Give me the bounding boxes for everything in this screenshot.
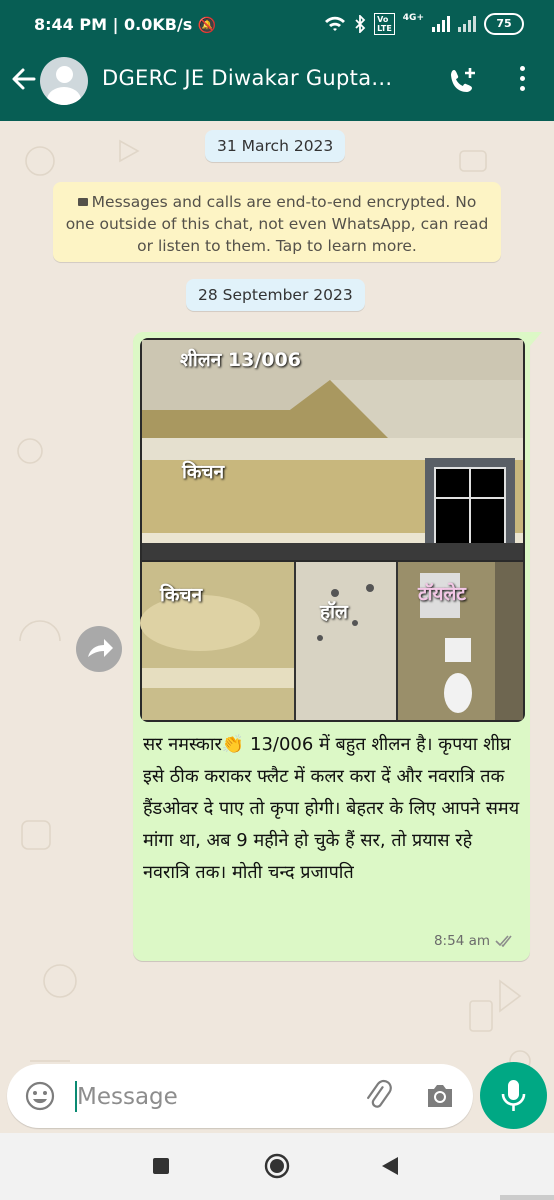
lock-icon — [77, 198, 88, 206]
silent-bell-icon: 🔕 — [197, 16, 217, 34]
message-time: 8:54 am — [433, 933, 490, 949]
wifi-icon — [325, 16, 346, 31]
status-icons: Vo LTE 4G+ 75 — [324, 13, 524, 35]
message-input[interactable] — [75, 1078, 359, 1116]
avatar[interactable] — [40, 57, 88, 105]
date-chip-2: 28 September 2023 — [186, 279, 365, 311]
date-chip: 31 March 2023 — [205, 130, 346, 162]
message-bubble[interactable]: शीलन 13/006 किचन किचन हॉल टॉयलेट सर नमस्… — [133, 332, 542, 961]
network-type: 4G+ — [402, 13, 424, 23]
status-bar: 8:44 PM | 0.0KB/s 🔕 Vo LTE 4G+ 75 — [0, 0, 554, 50]
add-call-icon[interactable] — [446, 64, 480, 98]
network-speed: | 0.0KB/s — [112, 15, 193, 34]
bluetooth-icon — [355, 15, 366, 33]
status-time: 8:44 PM | 0.0KB/s 🔕 — [34, 15, 217, 34]
chat-area[interactable]: 31 March 2023 Messages and calls are end… — [0, 121, 554, 1133]
emoji-icon[interactable] — [23, 1079, 57, 1113]
signal-icon — [432, 16, 450, 32]
encryption-notice[interactable]: Messages and calls are end-to-end encryp… — [53, 182, 501, 262]
microphone-icon — [501, 1080, 526, 1111]
recents-button[interactable] — [153, 1158, 169, 1174]
read-receipt-icon — [495, 935, 512, 947]
forward-icon — [88, 639, 113, 657]
contact-name[interactable]: DGERC JE Diwakar Gupta... — [102, 66, 422, 90]
system-nav-bar — [0, 1133, 554, 1200]
photo-label-toilet: टॉयलेट — [418, 583, 466, 605]
message-photo[interactable]: शीलन 13/006 किचन किचन हॉल टॉयलेट — [140, 338, 525, 722]
message-meta: 8:54 am — [434, 933, 515, 949]
battery-icon: 75 — [484, 13, 524, 35]
back-button[interactable] — [380, 1155, 402, 1177]
photo-label-hall: हॉल — [320, 601, 348, 623]
clock-text: 8:44 PM — [34, 15, 108, 34]
more-options-icon[interactable] — [510, 66, 534, 96]
photo-collage — [140, 340, 523, 720]
voice-record-button[interactable] — [480, 1062, 547, 1129]
signal-icon-2 — [458, 16, 476, 32]
photo-label-kitchen-top: किचन — [182, 461, 225, 483]
gesture-corner — [500, 1195, 554, 1200]
photo-label-kitchen-bottom: किचन — [160, 584, 203, 606]
composer — [7, 1064, 473, 1128]
back-arrow-icon[interactable] — [8, 62, 38, 96]
volte-icon: Vo LTE — [374, 13, 395, 35]
home-button[interactable] — [262, 1151, 292, 1181]
top-bar: 8:44 PM | 0.0KB/s 🔕 Vo LTE 4G+ 75 DGERC J… — [0, 0, 554, 121]
message-text: सर नमस्कार👏 13/006 में बहुत शीलन है। कृप… — [143, 734, 520, 883]
camera-icon[interactable] — [423, 1079, 457, 1113]
forward-button[interactable] — [76, 626, 122, 672]
encryption-text: Messages and calls are end-to-end encryp… — [65, 193, 489, 255]
photo-label-top: शीलन 13/006 — [180, 349, 301, 371]
attach-icon[interactable] — [362, 1079, 396, 1113]
